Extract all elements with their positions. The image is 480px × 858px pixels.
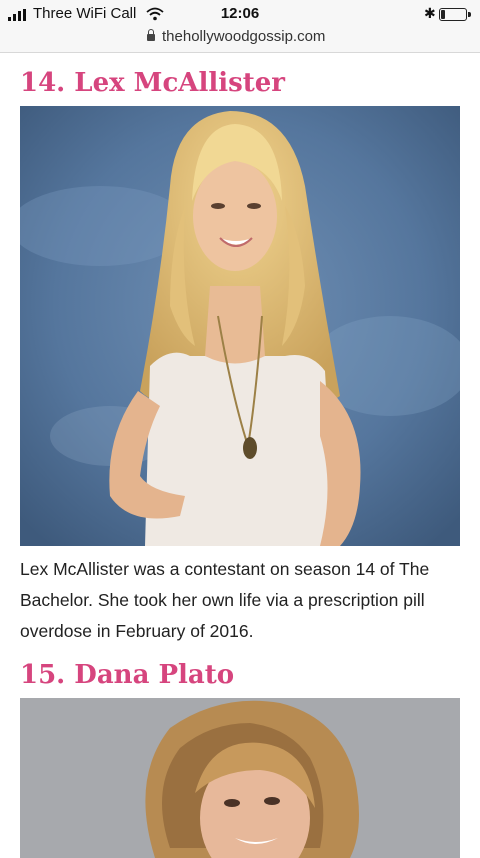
entry-photo [20,698,460,858]
entry-photo [20,106,460,546]
status-time: 12:06 [220,5,260,22]
url-text[interactable]: thehollywoodgossip.com [162,28,325,45]
entry-heading: 15. Dana Plato [20,660,235,690]
entry-caption: Lex McAllister was a contestant on seaso… [20,559,430,641]
status-bar: Three WiFi Call 12:06 ✱ [0,0,480,28]
bluetooth-icon: ✱ [424,5,436,21]
address-bar[interactable]: thehollywoodgossip.com [0,28,480,53]
battery-icon [439,8,471,21]
lock-icon [147,29,155,41]
battery-level [441,10,445,19]
entry-heading: 14. Lex McAllister [20,68,285,98]
